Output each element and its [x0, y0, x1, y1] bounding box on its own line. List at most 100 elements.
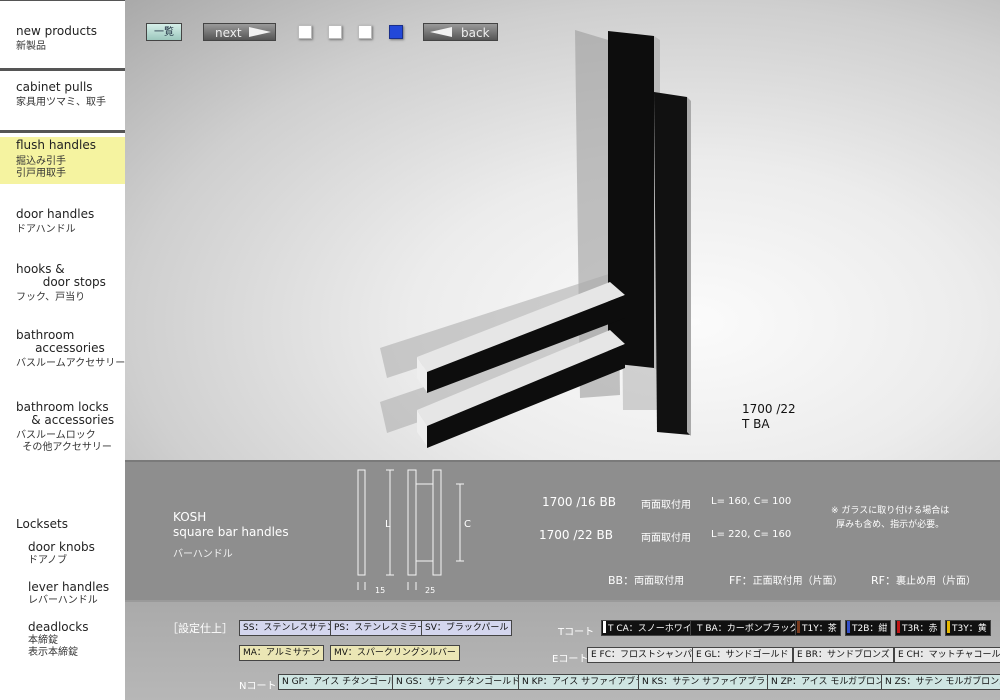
swatch — [947, 621, 950, 633]
sidebar-item-label: bathroom locks & accessories — [16, 400, 115, 427]
section-heading: Locksets — [16, 517, 68, 531]
finish-chip-nzs: N ZS：サテン モルガブロンズ — [881, 674, 1000, 690]
finish-chip-ngs: N GS：サテン チタンゴールド — [392, 674, 525, 690]
legend-code: FF — [729, 574, 742, 587]
legend-code: BB — [608, 574, 624, 587]
sidebar-item-label: door handles — [16, 207, 95, 221]
legend-desc: 正面取付用（片面） — [752, 576, 843, 587]
row-label-n: Nコート — [239, 681, 277, 692]
sidebar-top-edge — [0, 0, 125, 1]
sidebar-item-label: bathroom accessories — [16, 328, 105, 355]
model-code: 1700 /22 BB — [539, 528, 613, 542]
finish-chip-t3y: T3Y：黄 — [945, 620, 991, 636]
swatch — [897, 621, 900, 633]
sidebar-item-bathroom-accessories[interactable]: bathroom accessories バスルームアクセサリー — [16, 328, 126, 370]
finish-chip-ps: PS：ステンレスミラー — [330, 620, 431, 636]
legend-rf: RF：裏止め用（片面） — [871, 574, 976, 587]
model-size: L= 220, C= 160 — [711, 529, 792, 540]
swatch — [603, 621, 606, 633]
finish-chip-t1y: T1Y：茶 — [795, 620, 841, 636]
finish-chip-ngp: N GP：アイス チタンゴールド — [278, 674, 410, 690]
sidebar-item-sublabel: バスルームロック その他アクセサリー — [16, 430, 112, 453]
model-size: L= 160, C= 100 — [711, 496, 792, 507]
sidebar-item-sublabel: バスルームアクセサリー — [16, 358, 126, 369]
chip-label: T3R：赤 — [902, 624, 938, 634]
finish-chip-efc: E FC：フロストシャンパン — [587, 647, 706, 663]
finish-chip-ss: SS：ステンレスサテン — [239, 620, 340, 636]
vertical-bar-side — [687, 97, 691, 436]
sidebar-item-sublabel: 掘込み引手 引戸用取手 — [16, 156, 66, 179]
product-jp-name: バーハンドル — [173, 549, 233, 560]
dimension-label-15: 15 — [375, 586, 386, 595]
sidebar-item-label: door knobs — [28, 540, 95, 554]
dimension-diagram — [357, 469, 464, 590]
chip-label: T BA：カーボンブラック — [697, 624, 799, 634]
chip-label: T3Y：黄 — [952, 624, 987, 634]
sidebar-item-label: flush handles — [16, 138, 96, 152]
divider — [0, 130, 125, 133]
row-label-e: Eコート — [552, 654, 589, 665]
finish-chip-t3r: T3R：赤 — [895, 620, 942, 636]
sidebar-item-sublabel: 本締錠 表示本締錠 — [28, 635, 78, 658]
chip-label: T2B：紺 — [852, 624, 888, 634]
finish-chip-egl: E GL：サンドゴールド — [692, 647, 793, 663]
legend-code: RF — [871, 574, 885, 587]
sidebar-item-hooks-door-stops[interactable]: hooks & door stops フック、戸当り — [16, 263, 124, 304]
sidebar-item-sublabel: 新製品 — [16, 41, 46, 52]
product-name: KOSH — [173, 510, 207, 524]
finish-chip-t2b: T2B：紺 — [845, 620, 892, 636]
finish-chip-ech: E CH：マットチャコール — [894, 647, 1000, 663]
sidebar-item-sublabel: フック、戸当り — [16, 292, 86, 303]
dimension-label-l: L — [385, 519, 391, 530]
legend-ff: FF：正面取付用（片面） — [729, 574, 843, 587]
finish-chip-ebr: E BR：サンドブロンズ — [793, 647, 894, 663]
legend-desc: 裏止め用（片面） — [895, 576, 976, 587]
legend-bb: BB：両面取付用 — [608, 574, 685, 587]
sidebar-item-new-products[interactable]: new products 新製品 — [16, 25, 124, 53]
divider — [0, 68, 125, 71]
sidebar-item-flush-handles[interactable]: flush handles 掘込み引手 引戸用取手 — [16, 139, 124, 180]
model-mount: 両面取付用 — [641, 533, 691, 544]
sidebar-item-lever-handles[interactable]: lever handles レバーハンドル — [28, 581, 109, 607]
swatch — [692, 621, 695, 633]
sidebar: new products 新製品 cabinet pulls 家具用ツマミ、取手… — [0, 0, 125, 700]
finish-chip-nks: N KS：サテン サファイアブラック — [638, 674, 788, 690]
sidebar-item-sublabel: レバーハンドル — [28, 595, 98, 606]
finish-chip-tba: T BA：カーボンブラック — [690, 620, 803, 636]
sidebar-item-door-knobs[interactable]: door knobs ドアノブ — [28, 541, 95, 567]
handle-illustration — [380, 30, 691, 448]
row-label-t: Tコート — [558, 627, 595, 638]
sidebar-item-sublabel: ドアノブ — [28, 555, 68, 566]
model-code: 1700 /16 BB — [542, 495, 616, 509]
vertical-bar-front — [654, 92, 691, 435]
product-photo: 一覧 next back 1700 /22 T BA — [125, 0, 1000, 460]
sidebar-item-label: hooks & door stops — [16, 262, 106, 289]
finish-chip-nzp: N ZP：アイス モルガブロンズ — [767, 674, 897, 690]
model-mount: 両面取付用 — [641, 500, 691, 511]
sidebar-section-locksets: Locksets — [16, 518, 124, 531]
product-subtitle: square bar handles — [173, 525, 289, 539]
chip-label: T CA：スノーホワイト — [608, 624, 701, 634]
finish-title: ［設定仕上］ — [167, 622, 233, 635]
sidebar-item-label: new products — [16, 24, 98, 38]
sidebar-item-label: cabinet pulls — [16, 80, 93, 94]
finish-chip-sv: SV：ブラックパール — [421, 620, 513, 636]
sidebar-item-deadlocks[interactable]: deadlocks 本締錠 表示本締錠 — [28, 621, 88, 659]
finish-options: ［設定仕上］ SS：ステンレスサテン PS：ステンレスミラー SV：ブラックパー… — [125, 600, 1000, 700]
sidebar-item-label: lever handles — [28, 580, 110, 594]
sidebar-item-sublabel: ドアハンドル — [16, 224, 76, 235]
sidebar-item-door-handles[interactable]: door handles ドアハンドル — [16, 208, 124, 236]
caption-finish: T BA — [742, 417, 770, 431]
finish-chip-ma: MA：アルミサテン — [239, 645, 324, 661]
glass-mount-note: ※ ガラスに取り付ける場合は 厚みも含め、指示が必要。 — [831, 506, 950, 530]
spec-panel: KOSH square bar handles バーハンドル L C 15 25… — [125, 460, 1000, 600]
swatch — [797, 621, 800, 633]
swatch — [847, 621, 850, 633]
sidebar-item-cabinet-pulls[interactable]: cabinet pulls 家具用ツマミ、取手 — [16, 81, 124, 109]
legend-desc: 両面取付用 — [634, 576, 685, 587]
sidebar-item-sublabel: 家具用ツマミ、取手 — [16, 97, 106, 108]
dimension-label-25: 25 — [425, 586, 436, 595]
finish-chip-mv: MV：スパークリングシルバー — [330, 645, 460, 661]
photo-caption: 1700 /22 T BA — [742, 402, 796, 432]
sidebar-item-bathroom-locks[interactable]: bathroom locks & accessories バスルームロック その… — [16, 401, 124, 454]
